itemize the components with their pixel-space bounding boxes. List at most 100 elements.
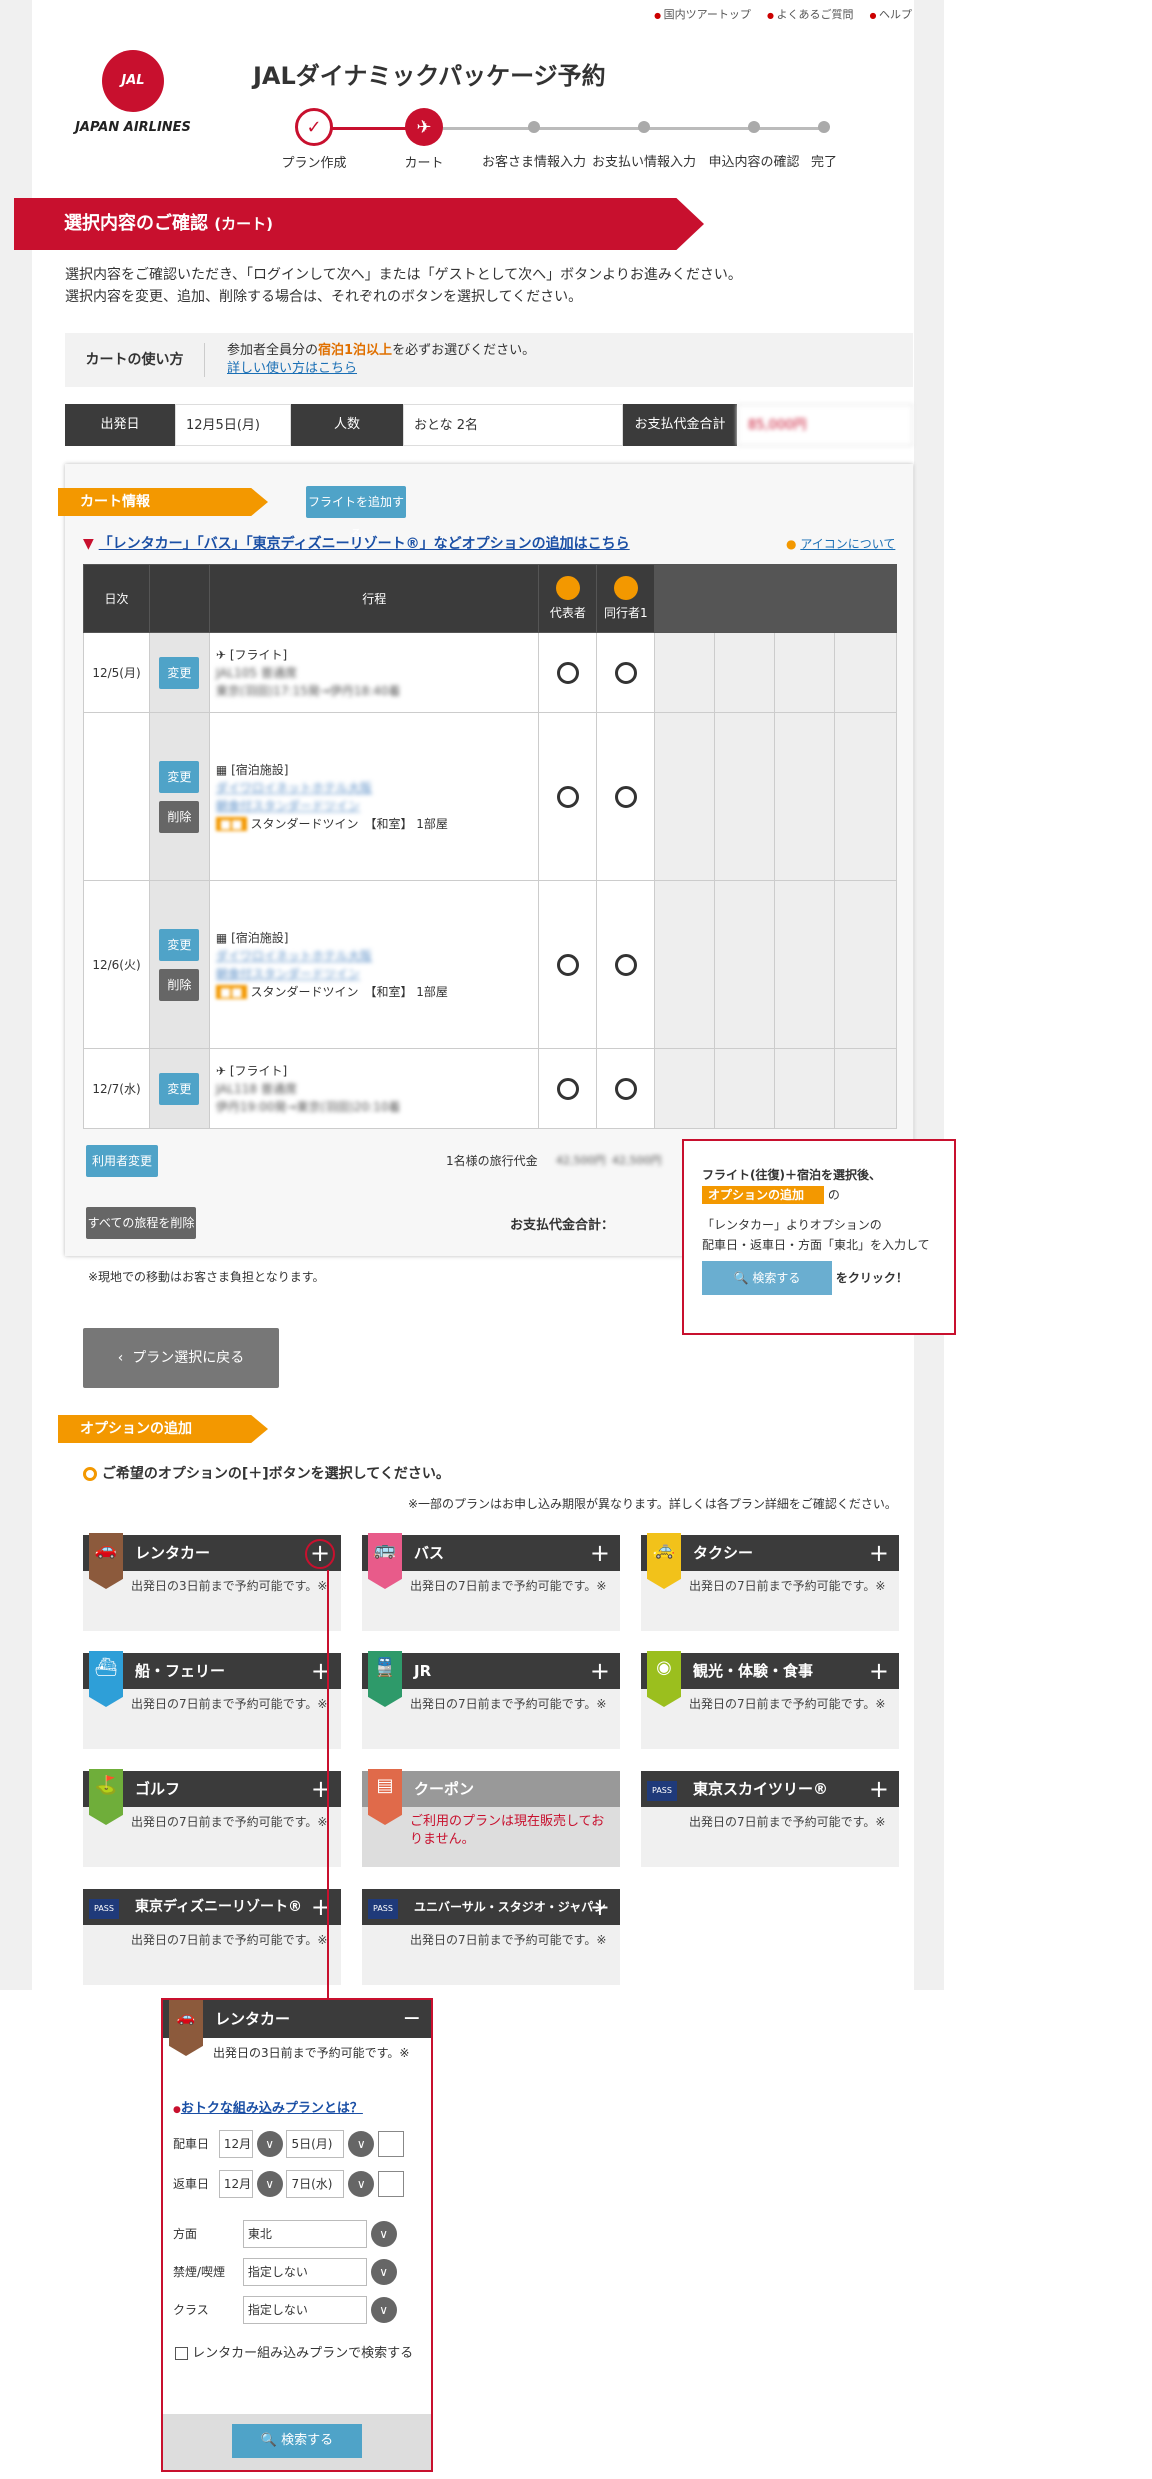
delete-button[interactable]: 削除 bbox=[159, 968, 200, 1001]
option-golf: ⛳ ゴルフ + 出発日の7日前まで予約可能です。※ bbox=[83, 1769, 341, 1867]
selected-circle-icon bbox=[556, 1077, 579, 1100]
step-cart: ✈ カート bbox=[364, 108, 484, 171]
option-add-link[interactable]: 「レンタカー」「バス」「東京ディズニーリゾート®」などオプションの追加はこちら bbox=[99, 536, 630, 552]
delete-button[interactable]: 削除 bbox=[159, 800, 200, 833]
option-jr: 🚆 JR + 出発日の7日前まで予約可能です。※ bbox=[362, 1651, 620, 1749]
car-icon: 🚗 bbox=[89, 1533, 123, 1589]
options-tag: オプションの追加 bbox=[58, 1415, 268, 1443]
page-title: JALダイナミックパッケージ予約 bbox=[253, 62, 606, 90]
check-icon: ✓ bbox=[295, 108, 333, 146]
step-plan: ✓ プラン作成 bbox=[254, 108, 374, 171]
departure-date: 12月5日(月) bbox=[175, 404, 291, 446]
connector-line bbox=[327, 1570, 329, 2000]
airplane-icon: ✈ bbox=[215, 1063, 226, 1078]
logo-text: JAPAN AIRLINES bbox=[75, 120, 191, 135]
summary-bar: 出発日 12月5日(月) 人数 おとな 2名 お支払代金合計 85,000円 bbox=[65, 404, 913, 446]
table-row: 12/7(水) 変更 ✈ [フライト] JAL118 普通席 伊丹19:00発→東京… bbox=[83, 1048, 897, 1129]
add-flight-button[interactable]: フライトを追加する bbox=[306, 486, 406, 541]
search-button[interactable]: 🔍 検索する bbox=[232, 2424, 362, 2458]
table-row: 変更削除 ▦ [宿泊施設] ダイワロイネットホテル大阪 朝食付スタンダードツイン ■■… bbox=[83, 712, 897, 881]
user-change-button[interactable]: 利用者変更 bbox=[86, 1145, 158, 1177]
airplane-icon: ✈ bbox=[405, 108, 443, 146]
chevron-down-icon[interactable]: ∨ bbox=[370, 2297, 397, 2323]
table-row: 12/6(火) 変更削除 ▦ [宿泊施設] ダイワロイネットホテル大阪 朝食付スタン… bbox=[83, 880, 897, 1049]
crane-logo-icon: JAL bbox=[102, 50, 164, 112]
pickup-month-select[interactable]: 12月 bbox=[218, 2130, 253, 2158]
link-faq[interactable]: よくあるご質問 bbox=[767, 6, 853, 22]
step-customer: お客さま情報入力 bbox=[474, 108, 594, 170]
plan-info-link[interactable]: おトクな組み込みプランとは？ bbox=[181, 2101, 363, 2116]
page-gutter-left bbox=[0, 0, 32, 1990]
selected-circle-icon bbox=[556, 785, 579, 808]
airplane-icon: ✈ bbox=[215, 647, 226, 662]
plus-button[interactable]: + bbox=[590, 1653, 610, 1689]
chevron-down-icon[interactable]: ∨ bbox=[256, 2131, 283, 2157]
chevron-down-icon: ▼ bbox=[83, 536, 94, 552]
plus-button[interactable]: + bbox=[869, 1653, 889, 1689]
coupon-icon: ▤ bbox=[368, 1769, 402, 1825]
passengers: おとな 2名 bbox=[403, 404, 623, 446]
chevron-left-icon: ‹ bbox=[117, 1350, 124, 1366]
chevron-down-icon[interactable]: ∨ bbox=[348, 2131, 375, 2157]
step-payment: お支払い情報入力 bbox=[584, 108, 704, 170]
comp-col: 同行者1 bbox=[596, 564, 656, 633]
plus-button[interactable]: + bbox=[590, 1535, 610, 1571]
smoking-select[interactable]: 指定しない bbox=[242, 2258, 367, 2286]
return-day-select[interactable]: 7日(水) bbox=[286, 2170, 345, 2198]
selected-circle-icon bbox=[614, 785, 637, 808]
pass-icon: PASS bbox=[647, 1781, 677, 1801]
chevron-down-icon[interactable]: ∨ bbox=[370, 2259, 397, 2285]
calendar-icon[interactable] bbox=[378, 2131, 405, 2157]
option-usj: PASS ユニバーサル・スタジオ・ジャパン + 出発日の7日前まで予約可能です。※ bbox=[362, 1889, 620, 1985]
table-row: 12/5(月) 変更 ✈ [フライト] JAL105 普通席 東京(羽田)17:15… bbox=[83, 632, 897, 713]
person-icon: ● bbox=[786, 537, 797, 551]
howto-label: カートの使い方 bbox=[65, 343, 205, 377]
hotel-icon: ▦ bbox=[215, 930, 228, 945]
chevron-down-icon[interactable]: ∨ bbox=[348, 2171, 375, 2197]
selected-circle-icon bbox=[614, 953, 637, 976]
chevron-down-icon[interactable]: ∨ bbox=[256, 2171, 283, 2197]
return-month-select[interactable]: 12月 bbox=[218, 2170, 253, 2198]
collapse-button[interactable]: − bbox=[403, 2000, 421, 2038]
pickup-day-select[interactable]: 5日(月) bbox=[286, 2130, 345, 2158]
calendar-icon[interactable] bbox=[378, 2171, 405, 2197]
hotel-icon: ▦ bbox=[215, 762, 228, 777]
plus-button[interactable]: + bbox=[869, 1771, 889, 1807]
rentacar-panel: 🚗 レンタカー − 出発日の3日前まで予約可能です。※ ●おトクな組み込みプラン… bbox=[161, 1998, 433, 2472]
instruction-callout: フライト(往復)＋宿泊を選択後、 オプションの追加 の 「レンタカー」よりオプシ… bbox=[682, 1139, 956, 1335]
callout-search-button: 🔍 検索する bbox=[702, 1261, 832, 1295]
top-links: 国内ツアートップ よくあるご質問 ヘルプ bbox=[654, 6, 912, 22]
option-skytree: PASS 東京スカイツリー® + 出発日の7日前まで予約可能です。※ bbox=[641, 1771, 899, 1867]
jal-logo[interactable]: JAL JAPAN AIRLINES bbox=[58, 50, 208, 135]
rep-col: 代表者 bbox=[538, 564, 598, 633]
plus-button[interactable]: + bbox=[590, 1889, 610, 1925]
back-to-plan-button[interactable]: ‹ プラン選択に戻る bbox=[83, 1328, 279, 1388]
option-taxi: 🚕 タクシー + 出発日の7日前まで予約可能です。※ bbox=[641, 1533, 899, 1631]
car-icon: 🚗 bbox=[169, 2000, 203, 2056]
plus-button[interactable]: + bbox=[869, 1535, 889, 1571]
circle-icon bbox=[83, 1467, 97, 1481]
link-help[interactable]: ヘルプ bbox=[869, 6, 912, 22]
rentacar-plus-button[interactable]: + bbox=[305, 1539, 335, 1569]
pass-icon: PASS bbox=[89, 1899, 119, 1919]
option-sightseeing: ◉ 観光・体験・食事 + 出発日の7日前まで予約可能です。※ bbox=[641, 1651, 899, 1749]
page-gutter-right bbox=[914, 0, 944, 1990]
link-domestic-tour-top[interactable]: 国内ツアートップ bbox=[654, 6, 751, 22]
icon-about-link[interactable]: アイコンについて bbox=[800, 537, 895, 551]
change-button[interactable]: 変更 bbox=[159, 1072, 200, 1105]
class-select[interactable]: 指定しない bbox=[242, 2296, 367, 2324]
change-button[interactable]: 変更 bbox=[159, 928, 200, 961]
option-ferry: ⛴ 船・フェリー + 出発日の7日前まで予約可能です。※ bbox=[83, 1651, 341, 1749]
delete-all-button[interactable]: すべての旅程を削除 bbox=[86, 1207, 196, 1239]
option-coupon: ▤ クーポン ご利用のプランは現在販売しておりません。 bbox=[362, 1769, 620, 1867]
howto-detail-link[interactable]: 詳しい使い方はこちら bbox=[227, 361, 357, 376]
plan-checkbox[interactable] bbox=[175, 2347, 188, 2360]
change-button[interactable]: 変更 bbox=[159, 760, 200, 793]
area-select[interactable]: 東北 bbox=[242, 2220, 367, 2248]
chevron-down-icon[interactable]: ∨ bbox=[370, 2221, 397, 2247]
step-complete: 完了 bbox=[784, 108, 864, 170]
camera-icon: ◉ bbox=[647, 1651, 681, 1707]
selected-circle-icon bbox=[614, 661, 637, 684]
option-disney: PASS 東京ディズニーリゾート® + 出発日の7日前まで予約可能です。※ bbox=[83, 1889, 341, 1985]
change-button[interactable]: 変更 bbox=[159, 656, 200, 689]
